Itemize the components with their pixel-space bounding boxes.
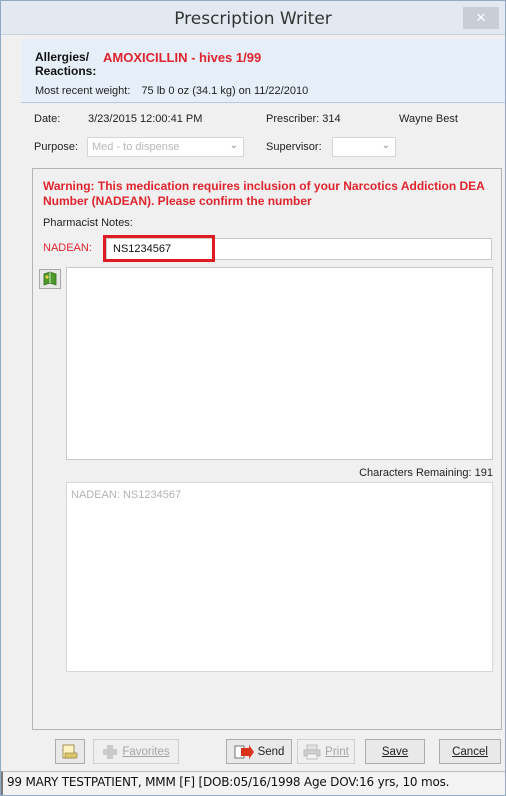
print-button[interactable]: Print xyxy=(297,739,355,764)
rx-note-icon xyxy=(62,744,78,758)
book-icon xyxy=(43,271,57,286)
save-button[interactable]: Save xyxy=(365,739,425,764)
allergy-panel: Allergies/ Reactions: AMOXICILLIN - hive… xyxy=(21,39,505,103)
allergies-value: AMOXICILLIN - hives 1/99 xyxy=(103,50,262,65)
pharmacist-notes-textarea[interactable] xyxy=(66,267,493,460)
notes-template-button[interactable] xyxy=(39,269,61,289)
printer-icon xyxy=(303,744,321,759)
chevron-down-icon: ⌄ xyxy=(229,140,238,151)
prescription-form-group: Warning: This medication requires inclus… xyxy=(32,168,502,730)
weight-value: 75 lb 0 oz (34.1 kg) on 11/22/2010 xyxy=(141,85,309,97)
prescriber-name: Wayne Best xyxy=(399,113,458,125)
notes-preview-text: NADEAN: NS1234567 xyxy=(71,489,182,501)
rx-note-button[interactable] xyxy=(55,739,85,764)
favorites-add-icon xyxy=(103,744,118,759)
close-button[interactable]: ✕ xyxy=(463,7,499,29)
weight-line: Most recent weight: 75 lb 0 oz (34.1 kg)… xyxy=(35,85,316,97)
cancel-button[interactable]: Cancel xyxy=(439,739,501,764)
favorites-label: Favorites xyxy=(122,745,170,758)
nadean-label: NADEAN: xyxy=(43,242,92,254)
weight-label: Most recent weight: xyxy=(35,85,131,97)
patient-status-bar: 99 MARY TESTPATIENT, MMM [F] [DOB:05/16/… xyxy=(1,771,505,795)
characters-remaining: Characters Remaining: 191 xyxy=(359,467,493,479)
purpose-value: Med - to dispense xyxy=(92,141,180,153)
pharmacist-notes-label: Pharmacist Notes: xyxy=(43,217,133,229)
supervisor-label: Supervisor: xyxy=(266,141,322,153)
save-label: Save xyxy=(381,745,409,758)
title-bar: Prescription Writer ✕ xyxy=(1,1,505,35)
purpose-dropdown[interactable]: Med - to dispense ⌄ xyxy=(87,137,244,157)
allergies-label: Allergies/ Reactions: xyxy=(35,50,97,78)
cancel-label: Cancel xyxy=(452,745,488,758)
prescriber-label: Prescriber: 314 xyxy=(266,113,341,125)
chevron-down-icon: ⌄ xyxy=(381,140,390,151)
nadean-input[interactable] xyxy=(106,238,492,260)
favorites-button[interactable]: Favorites xyxy=(93,739,179,764)
send-button[interactable]: Send xyxy=(226,739,292,764)
window-title: Prescription Writer xyxy=(174,9,332,29)
supervisor-dropdown[interactable]: ⌄ xyxy=(332,137,396,157)
notes-preview: NADEAN: NS1234567 xyxy=(66,482,493,672)
prescription-writer-window: Prescription Writer ✕ Allergies/ Reactio… xyxy=(0,0,506,796)
send-arrow-icon xyxy=(234,744,254,759)
date-label: Date: xyxy=(34,113,61,125)
print-label: Print xyxy=(325,745,349,758)
purpose-label: Purpose: xyxy=(34,141,79,153)
narcotics-warning: Warning: This medication requires inclus… xyxy=(43,179,485,208)
send-label: Send xyxy=(257,745,285,758)
date-value: 3/23/2015 12:00:41 PM xyxy=(88,113,203,125)
action-toolbar: Favorites Send Print Save Cancel xyxy=(1,737,505,769)
